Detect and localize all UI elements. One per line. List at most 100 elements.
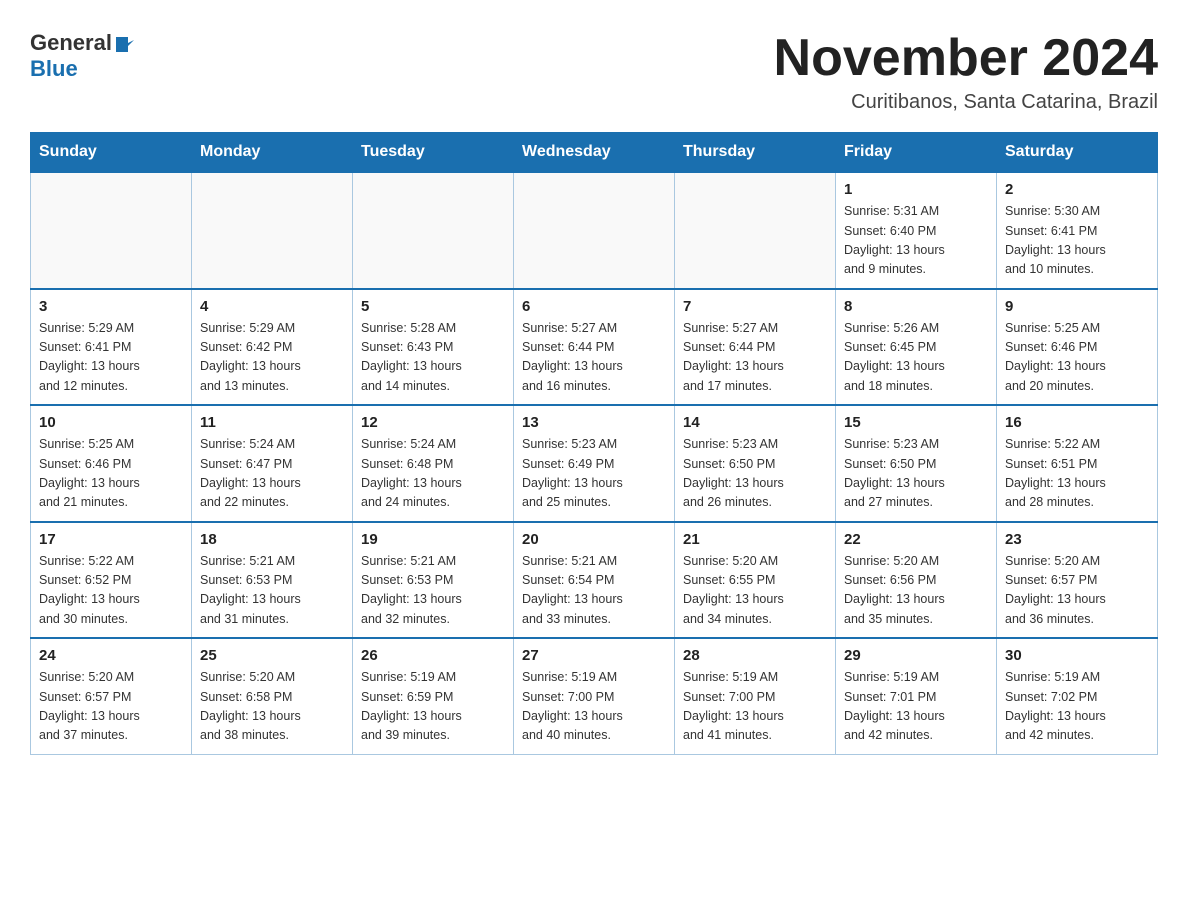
day-number: 5 (361, 298, 505, 315)
logo: General Blue (30, 30, 136, 82)
col-header-wednesday: Wednesday (514, 133, 675, 173)
day-info: Sunrise: 5:29 AMSunset: 6:42 PMDaylight:… (200, 319, 344, 397)
day-number: 7 (683, 298, 827, 315)
day-number: 23 (1005, 531, 1149, 548)
day-number: 6 (522, 298, 666, 315)
day-number: 19 (361, 531, 505, 548)
calendar-week-row-3: 10Sunrise: 5:25 AMSunset: 6:46 PMDayligh… (31, 405, 1158, 522)
calendar-cell: 6 Sunrise: 5:27 AMSunset: 6:44 PMDaylight… (514, 289, 675, 406)
logo-general: General (30, 30, 112, 56)
calendar-cell: 22Sunrise: 5:20 AMSunset: 6:56 PMDayligh… (836, 522, 997, 639)
calendar-table: Sunday Monday Tuesday Wednesday Thursday… (30, 132, 1158, 755)
logo-blue: Blue (30, 56, 78, 82)
day-info: Sunrise: 5:19 AMSunset: 7:02 PMDaylight:… (1005, 668, 1149, 746)
day-info: Sunrise: 5:21 AMSunset: 6:53 PMDaylight:… (200, 552, 344, 630)
day-info: Sunrise: 5:28 AMSunset: 6:43 PMDaylight:… (361, 319, 505, 397)
calendar-cell: 20 Sunrise: 5:21 AMSunset: 6:54 PMDayligh… (514, 522, 675, 639)
logo-icon (114, 33, 136, 55)
calendar-cell: 29 Sunrise: 5:19 AMSunset: 7:01 PMDayligh… (836, 638, 997, 754)
day-number: 29 (844, 647, 988, 664)
calendar-cell: 26 Sunrise: 5:19 AMSunset: 6:59 PMDayligh… (353, 638, 514, 754)
col-header-friday: Friday (836, 133, 997, 173)
day-number: 9 (1005, 298, 1149, 315)
calendar-subtitle: Curitibanos, Santa Catarina, Brazil (774, 91, 1158, 114)
day-number: 15 (844, 414, 988, 431)
day-number: 12 (361, 414, 505, 431)
col-header-monday: Monday (192, 133, 353, 173)
calendar-cell (31, 172, 192, 289)
calendar-cell: 11Sunrise: 5:24 AMSunset: 6:47 PMDayligh… (192, 405, 353, 522)
day-number: 2 (1005, 181, 1149, 198)
day-info: Sunrise: 5:19 AMSunset: 6:59 PMDaylight:… (361, 668, 505, 746)
day-info: Sunrise: 5:23 AMSunset: 6:50 PMDaylight:… (683, 435, 827, 513)
calendar-cell: 10Sunrise: 5:25 AMSunset: 6:46 PMDayligh… (31, 405, 192, 522)
calendar-cell: 1Sunrise: 5:31 AMSunset: 6:40 PMDaylight… (836, 172, 997, 289)
col-header-thursday: Thursday (675, 133, 836, 173)
day-info: Sunrise: 5:21 AMSunset: 6:54 PMDaylight:… (522, 552, 666, 630)
day-info: Sunrise: 5:20 AMSunset: 6:57 PMDaylight:… (1005, 552, 1149, 630)
col-header-sunday: Sunday (31, 133, 192, 173)
day-info: Sunrise: 5:27 AMSunset: 6:44 PMDaylight:… (522, 319, 666, 397)
day-number: 26 (361, 647, 505, 664)
day-number: 17 (39, 531, 183, 548)
calendar-week-row-1: 1Sunrise: 5:31 AMSunset: 6:40 PMDaylight… (31, 172, 1158, 289)
calendar-cell: 21 Sunrise: 5:20 AMSunset: 6:55 PMDayligh… (675, 522, 836, 639)
day-number: 22 (844, 531, 988, 548)
day-number: 28 (683, 647, 827, 664)
calendar-cell: 4 Sunrise: 5:29 AMSunset: 6:42 PMDaylight… (192, 289, 353, 406)
calendar-cell: 16 Sunrise: 5:22 AMSunset: 6:51 PMDayligh… (997, 405, 1158, 522)
day-number: 14 (683, 414, 827, 431)
calendar-cell: 24 Sunrise: 5:20 AMSunset: 6:57 PMDayligh… (31, 638, 192, 754)
calendar-cell: 8 Sunrise: 5:26 AMSunset: 6:45 PMDaylight… (836, 289, 997, 406)
calendar-cell: 17 Sunrise: 5:22 AMSunset: 6:52 PMDayligh… (31, 522, 192, 639)
day-info: Sunrise: 5:25 AMSunset: 6:46 PMDaylight:… (1005, 319, 1149, 397)
calendar-cell: 12Sunrise: 5:24 AMSunset: 6:48 PMDayligh… (353, 405, 514, 522)
day-info: Sunrise: 5:20 AMSunset: 6:55 PMDaylight:… (683, 552, 827, 630)
day-number: 24 (39, 647, 183, 664)
day-info: Sunrise: 5:25 AMSunset: 6:46 PMDaylight:… (39, 435, 183, 513)
day-number: 8 (844, 298, 988, 315)
day-number: 3 (39, 298, 183, 315)
day-number: 1 (844, 181, 988, 198)
day-info: Sunrise: 5:20 AMSunset: 6:58 PMDaylight:… (200, 668, 344, 746)
calendar-cell (353, 172, 514, 289)
calendar-cell: 9 Sunrise: 5:25 AMSunset: 6:46 PMDaylight… (997, 289, 1158, 406)
day-info: Sunrise: 5:24 AMSunset: 6:47 PMDaylight:… (200, 435, 344, 513)
day-number: 21 (683, 531, 827, 548)
day-number: 4 (200, 298, 344, 315)
day-info: Sunrise: 5:19 AMSunset: 7:01 PMDaylight:… (844, 668, 988, 746)
title-block: November 2024 Curitibanos, Santa Catarin… (774, 30, 1158, 114)
calendar-cell: 18 Sunrise: 5:21 AMSunset: 6:53 PMDayligh… (192, 522, 353, 639)
day-number: 20 (522, 531, 666, 548)
calendar-title: November 2024 (774, 30, 1158, 87)
calendar-cell: 14 Sunrise: 5:23 AMSunset: 6:50 PMDayligh… (675, 405, 836, 522)
col-header-tuesday: Tuesday (353, 133, 514, 173)
day-info: Sunrise: 5:20 AMSunset: 6:57 PMDaylight:… (39, 668, 183, 746)
day-info: Sunrise: 5:30 AMSunset: 6:41 PMDaylight:… (1005, 202, 1149, 280)
day-number: 16 (1005, 414, 1149, 431)
calendar-cell (675, 172, 836, 289)
calendar-cell: 13Sunrise: 5:23 AMSunset: 6:49 PMDayligh… (514, 405, 675, 522)
day-info: Sunrise: 5:19 AMSunset: 7:00 PMDaylight:… (522, 668, 666, 746)
calendar-cell: 25Sunrise: 5:20 AMSunset: 6:58 PMDayligh… (192, 638, 353, 754)
calendar-cell (514, 172, 675, 289)
calendar-week-row-4: 17 Sunrise: 5:22 AMSunset: 6:52 PMDayligh… (31, 522, 1158, 639)
calendar-cell: 30 Sunrise: 5:19 AMSunset: 7:02 PMDayligh… (997, 638, 1158, 754)
calendar-cell: 3 Sunrise: 5:29 AMSunset: 6:41 PMDaylight… (31, 289, 192, 406)
day-info: Sunrise: 5:22 AMSunset: 6:51 PMDaylight:… (1005, 435, 1149, 513)
calendar-cell: 23 Sunrise: 5:20 AMSunset: 6:57 PMDayligh… (997, 522, 1158, 639)
day-number: 30 (1005, 647, 1149, 664)
day-info: Sunrise: 5:22 AMSunset: 6:52 PMDaylight:… (39, 552, 183, 630)
day-info: Sunrise: 5:23 AMSunset: 6:50 PMDaylight:… (844, 435, 988, 513)
day-info: Sunrise: 5:26 AMSunset: 6:45 PMDaylight:… (844, 319, 988, 397)
day-info: Sunrise: 5:21 AMSunset: 6:53 PMDaylight:… (361, 552, 505, 630)
calendar-cell: 2 Sunrise: 5:30 AMSunset: 6:41 PMDaylight… (997, 172, 1158, 289)
day-info: Sunrise: 5:19 AMSunset: 7:00 PMDaylight:… (683, 668, 827, 746)
calendar-cell (192, 172, 353, 289)
calendar-header-row: Sunday Monday Tuesday Wednesday Thursday… (31, 133, 1158, 173)
col-header-saturday: Saturday (997, 133, 1158, 173)
day-number: 27 (522, 647, 666, 664)
calendar-cell: 27 Sunrise: 5:19 AMSunset: 7:00 PMDayligh… (514, 638, 675, 754)
day-info: Sunrise: 5:29 AMSunset: 6:41 PMDaylight:… (39, 319, 183, 397)
day-number: 18 (200, 531, 344, 548)
